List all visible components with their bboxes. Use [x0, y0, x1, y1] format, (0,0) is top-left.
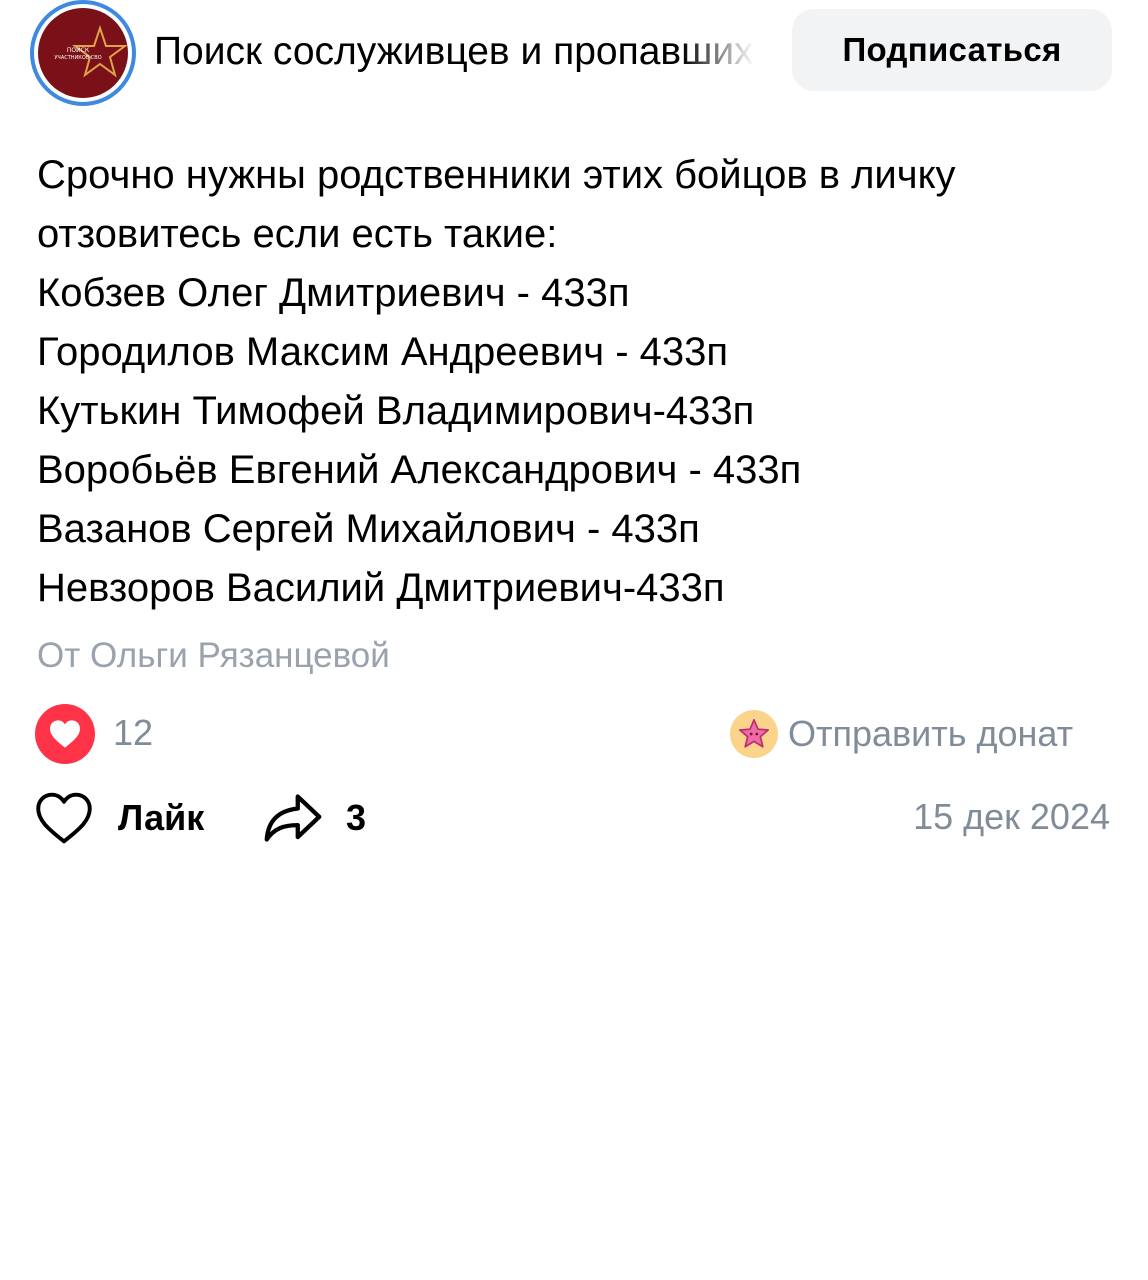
post-text: Срочно нужны родственники этих бойцов в …: [37, 146, 1127, 618]
share-button[interactable]: 3: [262, 788, 366, 848]
heart-outline-icon: [36, 792, 92, 844]
post-author[interactable]: От Ольги Рязанцевой: [37, 632, 390, 680]
post-line: Городилов Максим Андреевич - 433п: [37, 330, 729, 374]
star-badge-icon: [730, 710, 778, 758]
post-line: Невзоров Василий Дмитриевич-433п: [37, 566, 725, 610]
reaction-heart-button[interactable]: [35, 704, 95, 764]
reaction-count[interactable]: 12: [113, 710, 153, 756]
share-arrow-icon: [264, 794, 322, 842]
post-line: Воробьёв Евгений Александрович - 433п: [37, 448, 802, 492]
like-button[interactable]: Лайк: [34, 788, 204, 848]
post-date[interactable]: 15 дек 2024: [913, 794, 1110, 840]
post-line: Кутькин Тимофей Владимирович-433п: [37, 389, 755, 433]
avatar-image: ПОИСК УЧАСТНИКОВ СВО: [38, 8, 128, 98]
share-count: 3: [346, 797, 367, 838]
subscribe-button[interactable]: Подписаться: [792, 9, 1112, 91]
group-avatar[interactable]: ПОИСК УЧАСТНИКОВ СВО: [30, 0, 136, 106]
post-line: Срочно нужны родственники этих бойцов в …: [37, 153, 956, 197]
avatar-logo-icon: ПОИСК УЧАСТНИКОВ СВО: [54, 24, 128, 78]
post-line: отзовитесь если есть такие:: [37, 212, 558, 256]
post-line: Кобзев Олег Дмитриевич - 433п: [37, 271, 630, 315]
avatar-text-1: ПОИСК: [67, 47, 90, 54]
like-label: Лайк: [118, 797, 205, 838]
donate-button[interactable]: Отправить донат: [730, 708, 1073, 760]
post-line: Вазанов Сергей Михайлович - 433п: [37, 507, 700, 551]
group-name-container[interactable]: Поиск сослуживцев и пропавших: [154, 22, 754, 82]
group-name[interactable]: Поиск сослуживцев и пропавших: [154, 22, 754, 82]
post-card: ПОИСК УЧАСТНИКОВ СВО Поиск сослуживцев и…: [0, 0, 1148, 1280]
avatar-text-2: УЧАСТНИКОВ СВО: [54, 55, 101, 61]
donate-label: Отправить донат: [788, 713, 1074, 754]
heart-filled-icon: [50, 720, 80, 748]
